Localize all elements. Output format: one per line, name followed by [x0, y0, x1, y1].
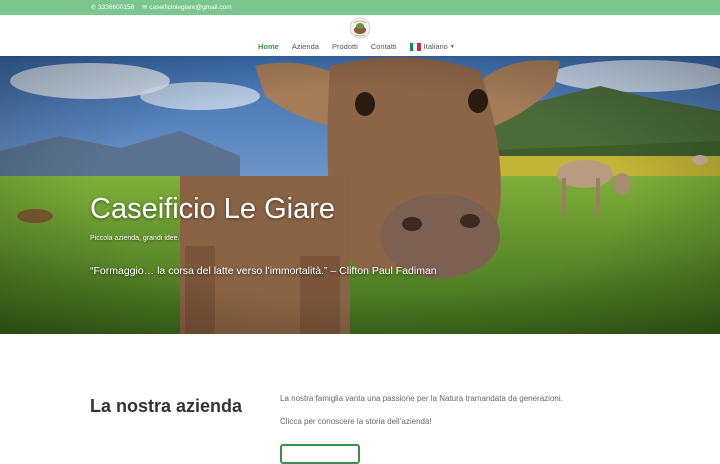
main-nav: Home Azienda Prodotti Contatti Italiano … — [258, 42, 455, 51]
phone-number: 3336600158 — [98, 4, 135, 11]
about-title: La nostra azienda — [90, 396, 243, 416]
language-label: Italiano — [423, 42, 448, 51]
top-bar: ✆ 3336600158 ✉ caseificiolegiare@gmail.c… — [0, 0, 720, 15]
hero-banner: Caseificio Le Giare Piccola azienda, gra… — [0, 56, 720, 334]
hero-subtitle: Piccola azienda, grandi idee. — [90, 235, 180, 242]
hero-title: Caseificio Le Giare — [90, 193, 335, 225]
email-address: caseificiolegiare@gmail.com — [149, 4, 232, 11]
hero-quote: “Formaggio… la corsa del latte verso l’i… — [90, 265, 437, 277]
about-button[interactable] — [280, 444, 360, 464]
nav-prodotti[interactable]: Prodotti — [332, 42, 358, 51]
site-header: Home Azienda Prodotti Contatti Italiano … — [0, 15, 720, 56]
italy-flag-icon — [409, 42, 421, 51]
phone-icon: ✆ — [91, 4, 97, 11]
nav-azienda[interactable]: Azienda — [292, 42, 319, 51]
caseificio-logo[interactable] — [349, 17, 371, 39]
envelope-icon: ✉ — [142, 4, 148, 11]
nav-home[interactable]: Home — [258, 42, 279, 51]
about-paragraph-1: La nostra famiglia vanta una passione pe… — [280, 394, 563, 403]
phone-contact[interactable]: ✆ 3336600158 — [91, 4, 134, 11]
caret-down-icon: ▼ — [449, 43, 455, 50]
email-contact[interactable]: ✉ caseificiolegiare@gmail.com — [142, 4, 232, 11]
about-paragraph-2: Clicca per conoscere la storia dell’azie… — [280, 417, 432, 426]
language-selector[interactable]: Italiano ▼ — [409, 42, 455, 51]
nav-contatti[interactable]: Contatti — [371, 42, 397, 51]
